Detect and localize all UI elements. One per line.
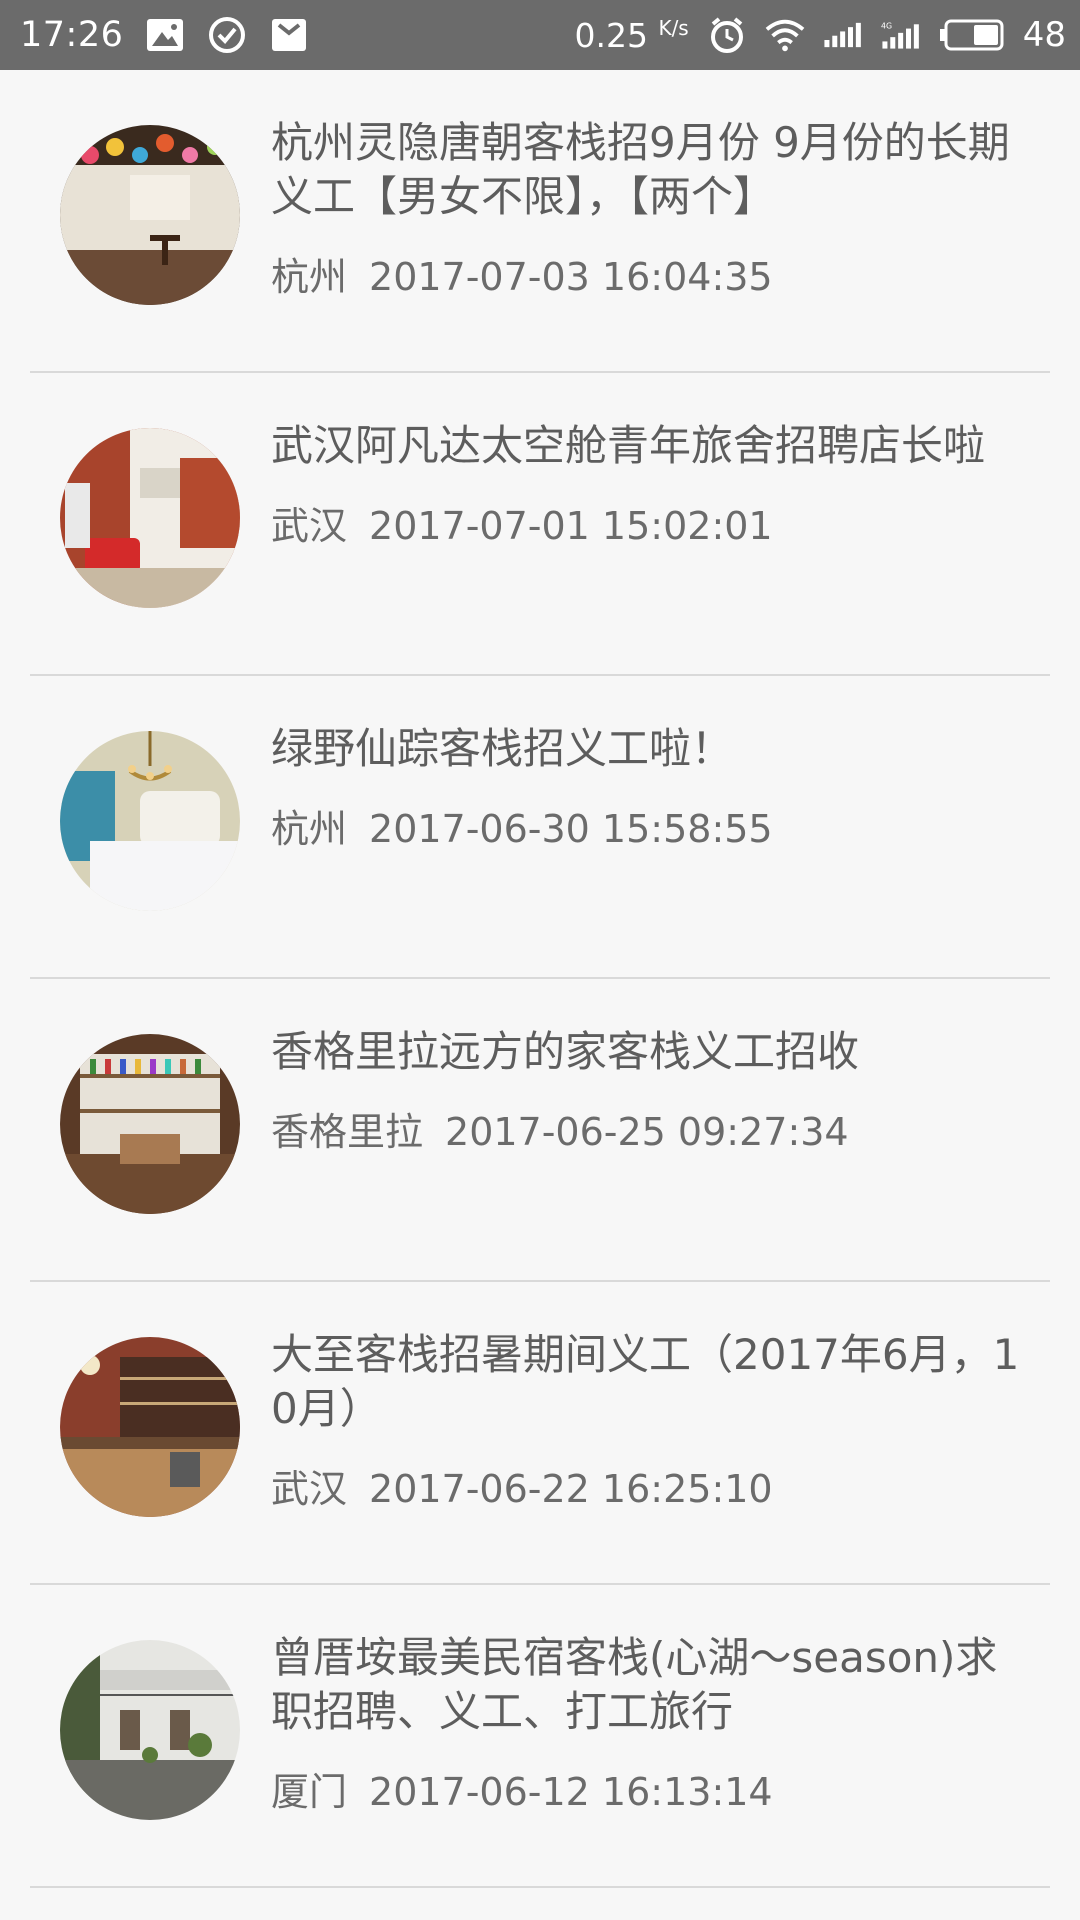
status-time: 17:26 bbox=[20, 15, 124, 55]
listing-thumbnail bbox=[60, 1034, 240, 1214]
listing-title: 武汉阿凡达太空舱青年旅舍招聘店长啦 bbox=[271, 421, 986, 470]
listing-location: 武汉 bbox=[271, 1467, 348, 1511]
list-item[interactable]: 大至客栈招暑期间义工（2017年6月，10月） 武汉 2017-06-22 16:… bbox=[0, 1282, 1080, 1585]
listing-meta: 武汉 2017-07-01 15:02:01 bbox=[271, 495, 1031, 550]
mail-bag-icon bbox=[269, 15, 309, 55]
listing-thumbnail bbox=[60, 428, 240, 608]
status-bar: 17:26 0.25 K/s 4G 48 bbox=[0, 0, 1080, 70]
listing-meta: 杭州 2017-06-30 15:58:55 bbox=[271, 798, 1031, 853]
list-item[interactable]: 曾厝垵最美民宿客栈(心湖～season)求职招聘、义工、打工旅行 厦门 2017-… bbox=[0, 1585, 1080, 1888]
listing-datetime: 2017-06-12 16:13:14 bbox=[369, 1770, 773, 1814]
listing-location: 厦门 bbox=[271, 1770, 348, 1814]
signal-4g-icon: 4G bbox=[881, 15, 921, 55]
listing-datetime: 2017-06-25 09:27:34 bbox=[445, 1110, 849, 1154]
listing-datetime: 2017-06-30 15:58:55 bbox=[369, 807, 773, 851]
listing-location: 武汉 bbox=[271, 504, 348, 548]
listing-thumbnail bbox=[60, 125, 240, 305]
listing-title: 曾厝垵最美民宿客栈(心湖～season)求职招聘、义工、打工旅行 bbox=[271, 1633, 998, 1736]
listing-thumbnail bbox=[60, 1640, 240, 1820]
svg-text:4G: 4G bbox=[881, 22, 892, 31]
network-speed: 0.25 K/s bbox=[574, 15, 689, 55]
wifi-icon bbox=[765, 15, 805, 55]
listing-title: 香格里拉远方的家客栈义工招收 bbox=[271, 1027, 860, 1076]
listing-title: 绿野仙踪客栈招义工啦！ bbox=[271, 724, 734, 773]
list-item[interactable]: 绿野仙踪客栈招义工啦！ 杭州 2017-06-30 15:58:55 bbox=[0, 676, 1080, 979]
listing-datetime: 2017-06-22 16:25:10 bbox=[369, 1467, 773, 1511]
listing-thumbnail bbox=[60, 1337, 240, 1517]
listing-meta: 杭州 2017-07-03 16:04:35 bbox=[271, 246, 1031, 301]
battery-level: 48 bbox=[1022, 15, 1066, 55]
listing-title: 大至客栈招暑期间义工（2017年6月，10月） bbox=[271, 1330, 1020, 1433]
list-item[interactable]: 杭州灵隐唐朝客栈招9月份 9月份的长期义工【男女不限】，【两个】 杭州 2017-… bbox=[0, 70, 1080, 373]
listing-meta: 香格里拉 2017-06-25 09:27:34 bbox=[271, 1101, 1031, 1156]
listing-meta: 武汉 2017-06-22 16:25:10 bbox=[271, 1458, 1031, 1513]
list-item[interactable]: 武汉阿凡达太空舱青年旅舍招聘店长啦 武汉 2017-07-01 15:02:01 bbox=[0, 373, 1080, 676]
list-item[interactable]: 香格里拉远方的家客栈义工招收 香格里拉 2017-06-25 09:27:34 bbox=[0, 979, 1080, 1282]
listing-thumbnail bbox=[60, 731, 240, 911]
battery-icon bbox=[939, 15, 1005, 55]
signal-icon bbox=[823, 15, 863, 55]
listing-meta: 厦门 2017-06-12 16:13:14 bbox=[271, 1761, 1031, 1816]
listing-location: 香格里拉 bbox=[271, 1110, 424, 1154]
check-circle-icon bbox=[207, 15, 247, 55]
listing-datetime: 2017-07-01 15:02:01 bbox=[369, 504, 773, 548]
listing-location: 杭州 bbox=[271, 807, 348, 851]
listing-datetime: 2017-07-03 16:04:35 bbox=[369, 255, 773, 299]
listing-list: 杭州灵隐唐朝客栈招9月份 9月份的长期义工【男女不限】，【两个】 杭州 2017-… bbox=[0, 70, 1080, 1888]
listing-location: 杭州 bbox=[271, 255, 348, 299]
alarm-icon bbox=[707, 15, 747, 55]
listing-title: 杭州灵隐唐朝客栈招9月份 9月份的长期义工【男女不限】，【两个】 bbox=[271, 118, 1010, 221]
image-notification-icon bbox=[145, 15, 185, 55]
